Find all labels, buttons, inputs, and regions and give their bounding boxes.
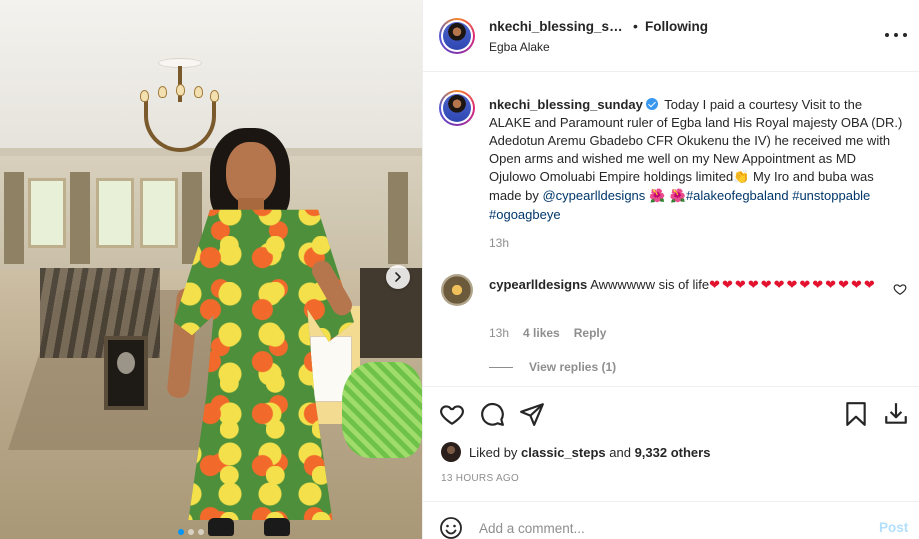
carousel-dot bbox=[188, 529, 194, 535]
share-icon bbox=[520, 403, 544, 426]
download-icon bbox=[885, 403, 907, 424]
header-separator: • bbox=[633, 18, 638, 34]
photo-curtain bbox=[4, 172, 24, 264]
mention-link[interactable]: @cypearlldesigns bbox=[542, 188, 645, 203]
like-button[interactable] bbox=[439, 401, 465, 427]
liked-by-prefix: Liked by bbox=[469, 444, 518, 460]
comment-like-heart-icon[interactable] bbox=[893, 282, 907, 296]
caption-time: 13h bbox=[489, 236, 510, 250]
photo-window bbox=[96, 178, 134, 248]
comment-input[interactable] bbox=[479, 516, 859, 539]
likes-and: and bbox=[609, 444, 631, 460]
hashtag-link[interactable]: #unstoppable bbox=[792, 188, 870, 203]
likes-count-link[interactable]: 9,332 others bbox=[635, 445, 711, 460]
photo-woman bbox=[160, 128, 370, 539]
caption-avatar[interactable] bbox=[439, 90, 475, 126]
heart-icon bbox=[440, 405, 464, 425]
add-comment-bar: Post bbox=[423, 501, 919, 539]
carousel-indicators bbox=[178, 529, 204, 535]
comment-body: Awwwwww sis of life bbox=[590, 277, 710, 292]
hashtag-link[interactable]: #ogoagbeye bbox=[489, 207, 561, 222]
post-timestamp[interactable]: 13 HOURS AGO bbox=[441, 473, 519, 484]
view-replies-label: View replies (1) bbox=[529, 360, 617, 374]
location-link[interactable]: Egba Alake bbox=[489, 40, 550, 54]
chevron-right-icon bbox=[395, 272, 401, 282]
caption-username-link[interactable]: nkechi_blessing_sunday bbox=[489, 97, 643, 112]
carousel-dot-active bbox=[178, 529, 184, 535]
comment-time: 13h bbox=[489, 326, 510, 340]
share-button[interactable] bbox=[519, 401, 545, 427]
action-bar bbox=[423, 386, 919, 442]
comment-hearts: ❤❤❤❤❤❤❤❤❤❤❤❤❤ bbox=[709, 278, 877, 293]
save-button[interactable] bbox=[843, 401, 869, 427]
post-side-panel: nkechi_blessing_sunda • Following Egba A… bbox=[422, 0, 919, 539]
photo-curtain bbox=[70, 172, 90, 264]
liker-username-link[interactable]: classic_steps bbox=[521, 445, 606, 460]
carousel-next-button[interactable] bbox=[386, 265, 410, 289]
hashtag-link[interactable]: #alakeofegbaland bbox=[686, 188, 789, 203]
smile-icon[interactable] bbox=[439, 516, 463, 539]
post-photo[interactable] bbox=[0, 0, 422, 539]
commenter-avatar[interactable] bbox=[441, 274, 473, 306]
more-icon[interactable] bbox=[885, 28, 907, 42]
photo-portrait bbox=[104, 336, 148, 410]
clap-emoji: 👏 bbox=[733, 170, 750, 185]
comment-likes[interactable]: 4 likes bbox=[523, 326, 560, 340]
comment-text: cypearlldesigns Awwwwww sis of life❤❤❤❤❤… bbox=[489, 276, 879, 295]
view-replies-button[interactable]: View replies (1) bbox=[489, 360, 616, 374]
photo-window bbox=[28, 178, 66, 248]
comment-button[interactable] bbox=[479, 401, 505, 427]
download-button[interactable] bbox=[883, 401, 909, 427]
author-avatar[interactable] bbox=[439, 18, 475, 54]
bookmark-icon bbox=[846, 402, 866, 426]
comment-meta: 13h 4 likes Reply bbox=[489, 326, 606, 340]
reply-button[interactable]: Reply bbox=[574, 326, 607, 340]
following-button[interactable]: Following bbox=[645, 19, 708, 34]
replies-divider bbox=[489, 366, 513, 368]
commenter-username-link[interactable]: cypearlldesigns bbox=[489, 277, 587, 292]
carousel-dot bbox=[198, 529, 204, 535]
caption-text: nkechi_blessing_sunday Today I paid a co… bbox=[489, 96, 903, 224]
post-comment-button[interactable]: Post bbox=[879, 520, 908, 535]
likes-summary: Liked by classic_steps and 9,332 others bbox=[441, 440, 911, 464]
flower-emoji: 🌺 🌺 bbox=[645, 189, 686, 204]
author-username-link[interactable]: nkechi_blessing_sunda bbox=[489, 19, 629, 34]
comment-icon bbox=[481, 403, 504, 426]
verified-badge-icon bbox=[645, 98, 658, 110]
liker-avatar[interactable] bbox=[441, 442, 461, 462]
photo-curtain bbox=[388, 172, 408, 264]
post-header: nkechi_blessing_sunda • Following Egba A… bbox=[423, 0, 919, 72]
